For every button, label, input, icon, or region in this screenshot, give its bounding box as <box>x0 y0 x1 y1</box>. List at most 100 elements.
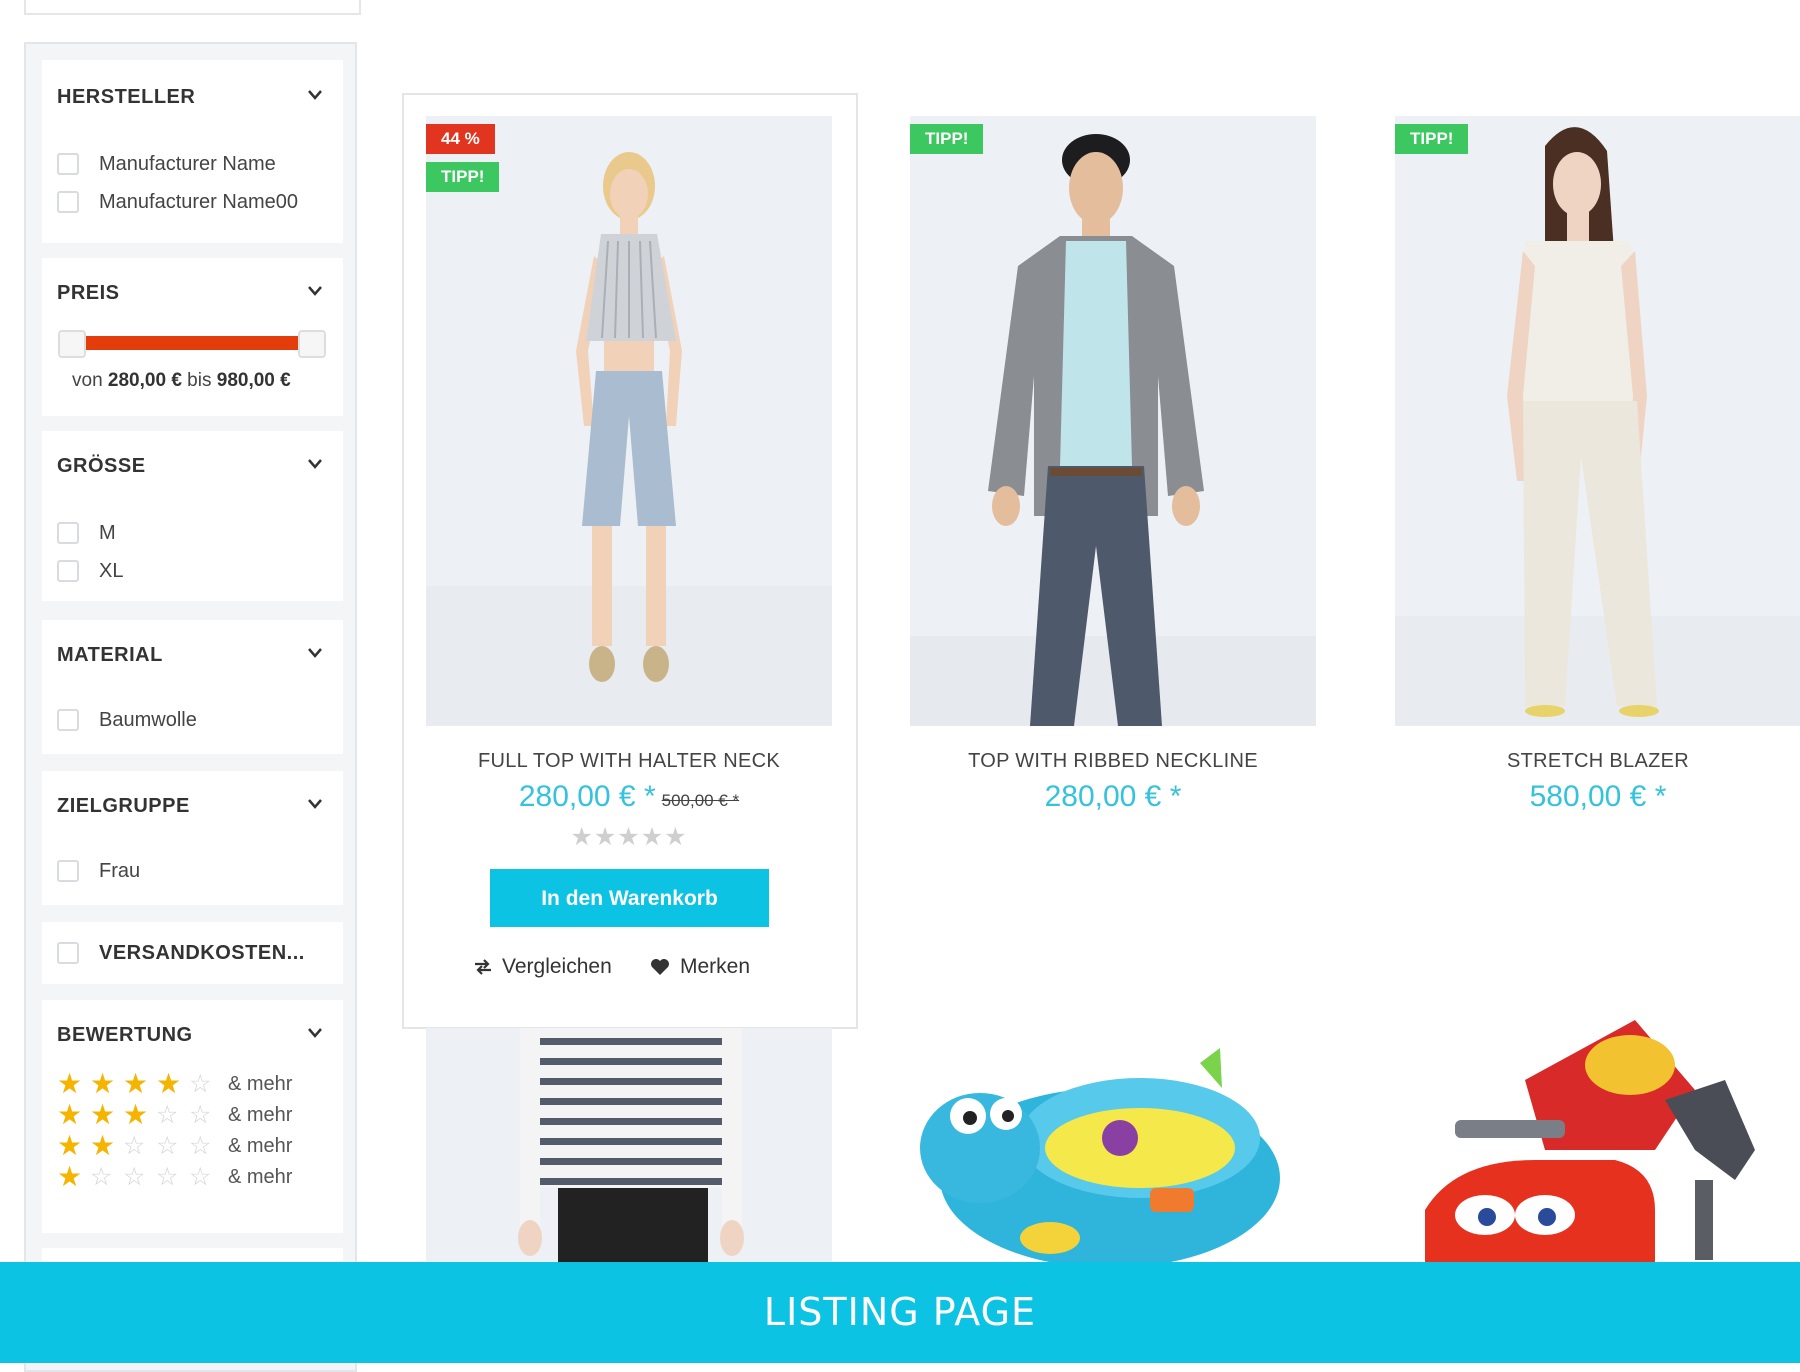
price-slider-max-handle[interactable] <box>298 330 326 358</box>
filter-title: PREIS <box>57 282 120 304</box>
add-to-cart-button[interactable]: In den Warenkorb <box>490 869 769 927</box>
product-image[interactable]: 44 % TIPP! <box>426 116 832 726</box>
rating-label: & mehr <box>228 1134 293 1157</box>
from-value: 280,00 € <box>107 370 182 391</box>
filter-title: HERSTELLER <box>57 86 196 108</box>
product-image[interactable]: TIPP! <box>910 116 1316 726</box>
star-empty-icon: ☆ <box>123 1132 146 1160</box>
filter-rating: BEWERTUNG ★ ★ ★ ★ ☆ & mehr ★ ★ ★ ☆ ☆ & mehr ★ ★ ☆ ☆ ☆ & m… <box>42 1000 343 1233</box>
chevron-down-icon[interactable] <box>305 1026 325 1040</box>
previous-filter-box <box>24 0 361 15</box>
star-empty-icon: ☆ <box>189 1070 212 1098</box>
tipp-badge: TIPP! <box>426 162 500 192</box>
filter-option[interactable]: VERSANDKOSTEN... <box>57 941 305 965</box>
filter-option[interactable]: Frau <box>57 859 140 883</box>
product-name[interactable]: STRETCH BLAZER <box>1395 750 1800 773</box>
star-filled-icon: ★ <box>123 1099 149 1130</box>
tipp-badge: TIPP! <box>1395 124 1469 154</box>
checkbox[interactable] <box>57 191 79 213</box>
checkbox[interactable] <box>57 942 79 964</box>
filter-title: GRÖSSE <box>57 455 146 477</box>
rating-label: & mehr <box>228 1103 293 1126</box>
filter-sidebar: HERSTELLER Manufacturer Name Manufacture… <box>24 42 357 1372</box>
star-filled-icon: ★ <box>90 1099 116 1130</box>
checkbox[interactable] <box>57 522 79 544</box>
product-photo <box>426 116 832 726</box>
product-name[interactable]: FULL TOP WITH HALTER NECK <box>426 750 832 773</box>
rating-filter-row[interactable]: ★ ☆ ☆ ☆ ☆ & mehr <box>57 1163 293 1192</box>
filter-option[interactable]: Manufacturer Name00 <box>57 190 298 214</box>
compare-icon <box>475 959 491 975</box>
star-empty-icon: ☆ <box>189 1163 212 1191</box>
rating-filter-row[interactable]: ★ ★ ★ ☆ ☆ & mehr <box>57 1099 293 1130</box>
star-empty-icon: ☆ <box>156 1163 179 1191</box>
chevron-down-icon[interactable] <box>305 284 325 298</box>
filter-option[interactable]: Manufacturer Name <box>57 152 276 176</box>
filter-option[interactable]: Baumwolle <box>57 708 197 732</box>
star-filled-icon: ★ <box>57 1099 83 1130</box>
product-price: 580,00 € * <box>1529 780 1667 813</box>
star-empty-icon: ☆ <box>156 1101 179 1129</box>
price-range-text: von 280,00 € bis 980,00 € <box>72 370 291 392</box>
star-empty-icon: ☆ <box>189 1101 212 1129</box>
option-label: Manufacturer Name00 <box>99 190 298 213</box>
tipp-badge: TIPP! <box>910 124 984 154</box>
option-label: VERSANDKOSTEN... <box>99 941 305 964</box>
to-value: 980,00 € <box>216 370 291 391</box>
heart-icon <box>651 959 669 975</box>
option-label: M <box>99 521 116 544</box>
price-slider-track[interactable] <box>72 336 312 350</box>
filter-option[interactable]: XL <box>57 559 123 583</box>
star-filled-icon: ★ <box>90 1130 116 1161</box>
star-empty-icon: ☆ <box>90 1163 113 1191</box>
product-price: 280,00 € * <box>518 780 656 813</box>
chevron-down-icon[interactable] <box>305 457 325 471</box>
chevron-down-icon[interactable] <box>305 646 325 660</box>
discount-badge: 44 % <box>426 124 495 154</box>
product-image[interactable]: TIPP! <box>1395 116 1800 726</box>
product-photo <box>910 116 1316 726</box>
rating-label: & mehr <box>228 1072 293 1095</box>
star-filled-icon: ★ <box>90 1068 116 1099</box>
filter-title: MATERIAL <box>57 644 163 666</box>
product-rating-stars: ★★★★★ <box>570 823 688 851</box>
filter-material: MATERIAL Baumwolle <box>42 620 343 754</box>
option-label: Frau <box>99 859 141 882</box>
filter-option[interactable]: M <box>57 521 116 545</box>
product-name[interactable]: TOP WITH RIBBED NECKLINE <box>910 750 1316 773</box>
checkbox[interactable] <box>57 709 79 731</box>
star-empty-icon: ☆ <box>189 1132 212 1160</box>
option-label: Baumwolle <box>99 708 197 731</box>
checkbox[interactable] <box>57 560 79 582</box>
remember-link[interactable]: Merken <box>650 955 750 979</box>
product-box[interactable]: TIPP! TOP WITH RIBBED NECKLINE 280,00 € … <box>910 116 1316 816</box>
product-old-price: 500,00 € * <box>661 791 740 810</box>
price-slider-min-handle[interactable] <box>58 330 86 358</box>
product-price-row: 280,00 € * 500,00 € * <box>426 780 832 814</box>
star-filled-icon: ★ <box>57 1130 83 1161</box>
compare-link[interactable]: Vergleichen <box>474 955 612 979</box>
product-photo <box>426 1028 832 1262</box>
filter-title: BEWERTUNG <box>57 1024 193 1046</box>
chevron-down-icon[interactable] <box>305 88 325 102</box>
rating-label: & mehr <box>228 1165 293 1188</box>
product-box[interactable] <box>426 1028 832 1262</box>
rating-filter-row[interactable]: ★ ★ ★ ★ ☆ & mehr <box>57 1068 293 1099</box>
product-box[interactable] <box>910 1028 1316 1268</box>
star-filled-icon: ★ <box>123 1068 149 1099</box>
filter-target-group: ZIELGRUPPE Frau <box>42 771 343 905</box>
rating-filter-row[interactable]: ★ ★ ☆ ☆ ☆ & mehr <box>57 1130 293 1161</box>
star-filled-icon: ★ <box>156 1068 182 1099</box>
option-label: Manufacturer Name <box>99 152 276 175</box>
star-filled-icon: ★ <box>57 1068 83 1099</box>
checkbox[interactable] <box>57 153 79 175</box>
filter-shipping[interactable]: VERSANDKOSTEN... <box>42 922 343 984</box>
option-label: XL <box>99 559 124 582</box>
chevron-down-icon[interactable] <box>305 797 325 811</box>
remember-label: Merken <box>680 955 751 978</box>
checkbox[interactable] <box>57 860 79 882</box>
product-box[interactable]: TIPP! STRETCH BLAZER 580,00 € * <box>1395 116 1800 816</box>
star-empty-icon: ☆ <box>156 1132 179 1160</box>
product-price: 280,00 € * <box>1044 780 1182 813</box>
product-box[interactable] <box>1395 1010 1800 1262</box>
